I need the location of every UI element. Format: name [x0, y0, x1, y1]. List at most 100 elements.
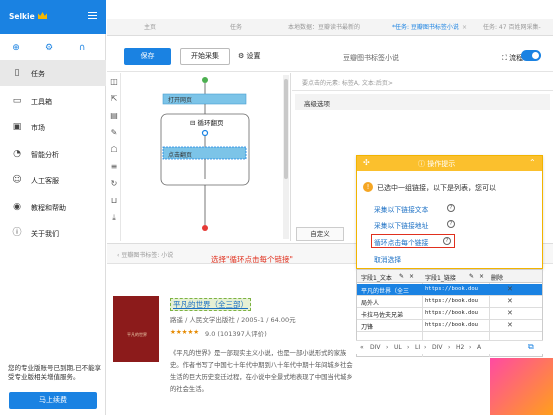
delete-row-icon[interactable]: ✕ — [507, 285, 513, 293]
help-icon[interactable]: ? — [447, 204, 455, 212]
tab-tasks[interactable]: 任务 — [230, 19, 242, 36]
cancel-selection-option[interactable]: 取消选择 — [374, 254, 401, 264]
config-header: 要点击的元素: 标签A, 文本:后页> — [292, 73, 553, 91]
gear-icon[interactable]: ⚙ — [44, 43, 54, 53]
breadcrumb-back[interactable]: « — [360, 344, 364, 351]
loop-click-each-link-option[interactable]: 循环点击每个链接 — [374, 237, 428, 247]
tips-info-text: 已选中一组链接，以下是列表，您可以 — [377, 184, 496, 192]
delete-row-icon[interactable]: ✕ — [507, 309, 513, 317]
sidebar-item-analytics[interactable]: ◔ 智能分析 — [0, 141, 106, 167]
collect-link-url-option[interactable]: 采集以下链接地址 — [374, 220, 428, 230]
table-header: 字段1_文本 ✎ × 字段1_链接 ✎ × 删除 — [357, 270, 542, 283]
collapse-icon[interactable]: ⌃ — [529, 158, 536, 167]
custom-button[interactable]: 自定义 — [296, 227, 344, 241]
task-title: 豆瓣图书标签小说 — [343, 54, 399, 62]
sidebar-quick-actions: ⊕ ⚙ ∩ — [0, 40, 106, 56]
column-header[interactable]: 字段1_文本 — [361, 273, 392, 282]
input-tool-icon[interactable]: ✎ — [109, 128, 119, 138]
book-description: 《平凡的世界》是一部现实主义小说，也是一部小说形式的家族史。作者书写了中国七十年… — [170, 350, 353, 393]
start-collect-button[interactable]: 开始采集 — [180, 48, 230, 65]
move-icon[interactable]: ✣ — [363, 158, 370, 167]
edit-icon[interactable]: ✎ — [469, 273, 474, 280]
window-titlebar — [107, 0, 553, 19]
sidebar-item-help[interactable]: ◉ 教程和帮助 — [0, 194, 106, 220]
toolbox-icon: ▭ — [12, 96, 22, 106]
loop-tool-icon[interactable]: ≡ — [109, 162, 119, 172]
breadcrumb-item[interactable]: LI — [415, 344, 420, 351]
delete-row-icon[interactable]: ✕ — [507, 321, 513, 329]
sidebar-item-label: 智能分析 — [31, 151, 59, 159]
delete-row-icon[interactable]: ✕ — [507, 297, 513, 305]
headset-icon[interactable]: ∩ — [77, 43, 87, 53]
cell-link: https://book.dou — [425, 286, 478, 292]
help-icon[interactable]: ? — [447, 220, 455, 228]
book-meta: 路遥 / 人民文学出版社 / 2005-1 / 64.00元 — [170, 316, 296, 324]
help-icon[interactable]: ? — [443, 237, 451, 245]
add-icon[interactable]: ⊕ — [11, 43, 21, 53]
table-row[interactable]: 卡拉马佐夫兄弟 https://book.dou ✕ — [357, 308, 542, 320]
book-cover-image[interactable]: 平凡的世界 — [113, 296, 159, 362]
close-icon[interactable]: × — [479, 273, 484, 280]
cell-text: 平凡的世界（全三 — [361, 288, 410, 295]
tips-title: ⓘ 操作提示 — [418, 159, 455, 169]
crown-icon — [38, 12, 47, 19]
open-page-tool-icon[interactable]: ◫ — [109, 77, 119, 87]
save-button[interactable]: 保存 — [124, 48, 171, 65]
breadcrumb-item[interactable]: DIV — [432, 344, 443, 351]
sidebar-item-label: 教程和帮助 — [31, 204, 66, 212]
book-title-link[interactable]: 平凡的世界（全三部） — [170, 298, 251, 311]
table-row[interactable]: 局外人 https://book.dou ✕ — [357, 296, 542, 308]
click-tool-icon[interactable]: ⇱ — [109, 94, 119, 104]
sidebar-item-customer-service[interactable]: ☺ 人工客服 — [0, 167, 106, 193]
flow-toggle-label: ⛶ 流程 — [502, 53, 523, 63]
collapse-icon[interactable]: ⊟ — [190, 119, 198, 127]
close-icon[interactable]: × — [462, 24, 467, 31]
cursor-tool-icon[interactable]: ☖ — [109, 145, 119, 155]
table-row[interactable]: 刀锋 https://book.dou ✕ — [357, 320, 542, 332]
preview-url-text: 豆瓣图书标签: 小说 — [121, 252, 174, 259]
sidebar-item-about[interactable]: ⓘ 关于我们 — [0, 220, 106, 246]
column-header[interactable]: 字段1_链接 — [425, 273, 456, 282]
condition-tool-icon[interactable]: ⊔ — [109, 196, 119, 206]
close-icon[interactable]: × — [409, 273, 414, 280]
move-tool-icon[interactable]: ⤓ — [109, 213, 119, 223]
tab-label: 本地数据：豆瓣读书最新的 — [288, 24, 361, 31]
tab-other-task[interactable]: 任务: 47 百姓网采集- — [483, 19, 553, 36]
extract-tool-icon[interactable]: ▤ — [109, 111, 119, 121]
breadcrumb-item[interactable]: A — [477, 344, 481, 351]
sidebar-item-toolbox[interactable]: ▭ 工具箱 — [0, 88, 106, 114]
task-toolbar: 保存 开始采集 ⚙ 设置 豆瓣图书标签小说 ⛶ 流程 — [107, 40, 553, 72]
preview-url[interactable]: ‹ 豆瓣图书标签: 小说 — [117, 250, 173, 259]
tab-home[interactable]: 主页 — [144, 19, 156, 36]
flow-toggle[interactable] — [521, 50, 541, 61]
breadcrumb-item[interactable]: DIV — [370, 344, 381, 351]
flow-diagram — [160, 77, 250, 231]
customer-service-icon: ☺ — [12, 175, 22, 185]
help-icon: ◉ — [13, 202, 21, 212]
refresh-tool-icon[interactable]: ↻ — [109, 179, 119, 189]
table-row[interactable]: 平凡的世界（全三 https://book.dou ✕ — [357, 284, 542, 296]
breadcrumb-item[interactable]: UL — [394, 344, 402, 351]
renew-button[interactable]: 马上续费 — [9, 392, 97, 409]
loop-label-text: 循环翻页 — [197, 119, 224, 127]
tab-bar: 主页 任务 本地数据：豆瓣读书最新的 *任务: 豆瓣图书标签小说 × 任务: 47… — [107, 19, 553, 36]
advanced-options[interactable]: 高级选项 — [295, 94, 550, 110]
app-logo: Selkie — [9, 12, 35, 21]
tab-local-data[interactable]: 本地数据：豆瓣读书最新的 — [288, 19, 385, 36]
cell-link: https://book.dou — [425, 322, 478, 328]
flow-scrollbar[interactable] — [283, 75, 289, 239]
settings-button[interactable]: ⚙ 设置 — [238, 51, 261, 61]
breadcrumb-item[interactable]: H2 — [456, 344, 464, 351]
tab-current-task[interactable]: *任务: 豆瓣图书标签小说 × — [392, 19, 478, 36]
cell-link: https://book.dou — [425, 310, 478, 316]
collect-link-text-option[interactable]: 采集以下链接文本 — [374, 204, 428, 214]
column-header: 删除 — [491, 275, 504, 282]
menu-icon[interactable] — [88, 12, 97, 20]
rating-stars: ★★★★★ — [170, 328, 200, 336]
external-link-icon[interactable]: ⧉ — [528, 342, 534, 352]
info-icon: ⓘ — [418, 160, 428, 168]
settings-label: 设置 — [246, 52, 261, 60]
sidebar-item-tasks[interactable]: ▯ 任务 — [0, 60, 106, 86]
edit-icon[interactable]: ✎ — [399, 273, 404, 280]
sidebar-item-market[interactable]: ▣ 市场 — [0, 114, 106, 140]
